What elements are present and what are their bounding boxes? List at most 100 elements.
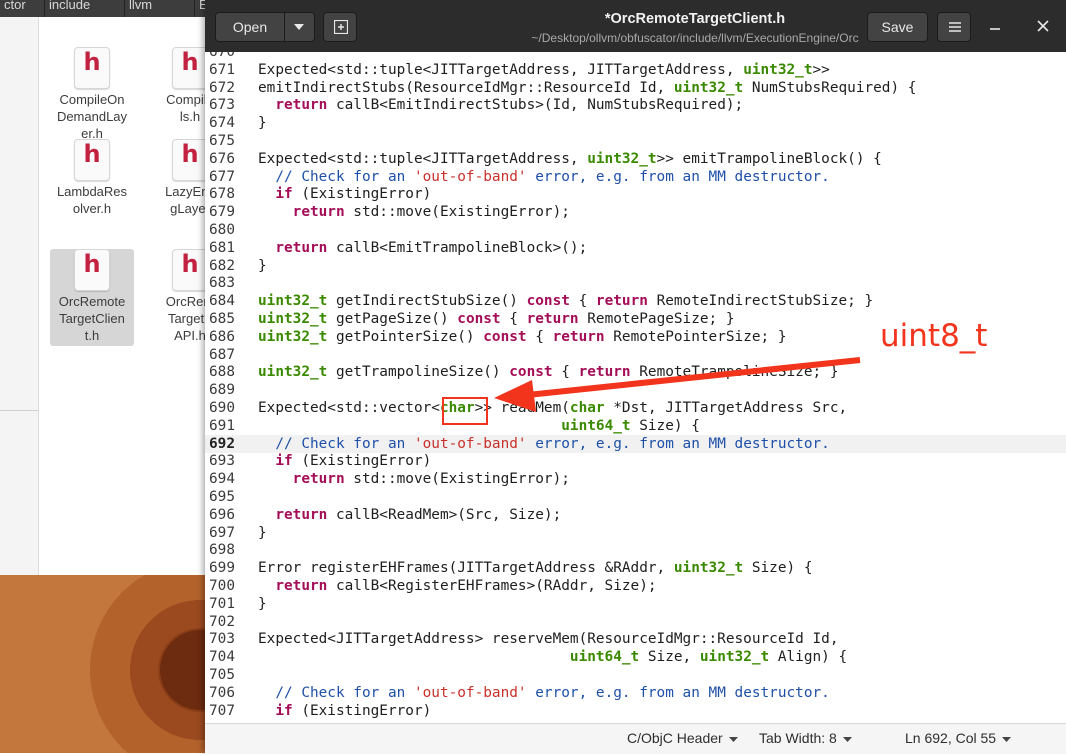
annotation-highlight-box (442, 397, 488, 425)
code-text: uint32_t getTrampolineSize() const { ret… (258, 364, 839, 381)
code-text: } (258, 524, 267, 541)
code-editor[interactable]: 670 671 Expected<std::tuple<JITTargetAddre… (205, 52, 1066, 723)
code-text: uint32_t getPageSize() const { return Re… (258, 311, 735, 327)
code-line[interactable]: 670 (205, 52, 1066, 61)
file-item[interactable]: h OrcRemote TargetClien t.h (50, 249, 134, 346)
code-line[interactable]: 675 (205, 132, 1066, 150)
code-line[interactable]: 672 emitIndirectStubs(ResourceIdMgr::Reso… (205, 79, 1066, 97)
code-text: } (258, 595, 267, 612)
code-text: // Check for an 'out-of-band' error, e.g… (275, 684, 830, 701)
line-number: 692 (209, 435, 235, 452)
code-text: Expected<JITTargetAddress> reserveMem(Re… (258, 631, 839, 648)
code-line[interactable]: 688 uint32_t getTrampolineSize() const { … (205, 363, 1066, 381)
line-number: 680 (209, 222, 235, 238)
code-text: return std::move(ExistingError); (292, 471, 570, 488)
code-text: return callB<EmitIndirectStubs>(Id, NumS… (275, 97, 744, 114)
chevron-down-icon (728, 736, 738, 742)
code-line[interactable]: 690 Expected<std::vector<char>> readMem(c… (205, 399, 1066, 417)
code-line[interactable]: 682} (205, 257, 1066, 275)
file-item[interactable]: h LambdaRes olver.h (50, 139, 134, 219)
line-number: 672 (209, 79, 235, 96)
code-line[interactable]: 700 return callB<RegisterEHFrames>(RAddr… (205, 577, 1066, 595)
file-item[interactable]: h CompileOn DemandLay er.h (50, 47, 134, 144)
code-text: Expected<std::tuple<JITTargetAddress, ui… (258, 150, 882, 167)
hamburger-menu-button[interactable] (937, 12, 971, 42)
code-line[interactable]: 697} (205, 524, 1066, 542)
save-button[interactable]: Save (867, 12, 928, 42)
code-text: uint32_t getPointerSize() const { return… (258, 328, 787, 345)
code-text: return std::move(ExistingError); (292, 204, 570, 221)
pathbar-tab[interactable]: llvm (125, 0, 195, 17)
code-text: } (258, 257, 267, 274)
code-line[interactable]: 699 Error registerEHFrames(JITTargetAddre… (205, 559, 1066, 577)
code-line[interactable]: 701} (205, 595, 1066, 613)
header-file-icon: h (74, 139, 110, 181)
file-icon-letter: h (83, 48, 101, 76)
code-line[interactable]: 691 uint64_t Size) { (205, 417, 1066, 435)
pathbar-tab[interactable]: ctor (0, 0, 45, 17)
code-line[interactable]: 671 Expected<std::tuple<JITTargetAddress,… (205, 61, 1066, 79)
code-line[interactable]: 684 uint32_t getIndirectStubSize() const … (205, 292, 1066, 310)
header-file-icon: h (172, 249, 208, 291)
code-line[interactable]: 683 (205, 274, 1066, 292)
code-text: Error registerEHFrames(JITTargetAddress … (258, 560, 813, 577)
code-line[interactable]: 674} (205, 114, 1066, 132)
code-text: uint64_t Size, uint32_t Align) { (569, 649, 848, 666)
line-number: 688 (209, 364, 235, 381)
code-line[interactable]: 677 // Check for an 'out-of-band' error,… (205, 168, 1066, 186)
line-number: 705 (209, 667, 235, 683)
header-file-icon: h (172, 139, 208, 181)
tab-width-selector[interactable]: Tab Width: 8 (759, 730, 852, 746)
code-line[interactable]: 702 (205, 613, 1066, 631)
open-button[interactable]: Open (215, 12, 315, 42)
code-text: return callB<EmitTrampolineBlock>(); (275, 239, 588, 256)
line-number: 691 (209, 417, 235, 434)
pathbar-tab[interactable]: include (45, 0, 125, 17)
line-number: 696 (209, 506, 235, 523)
line-number: 679 (209, 204, 235, 221)
code-line[interactable]: 680 (205, 221, 1066, 239)
line-number: 689 (209, 382, 235, 399)
language-selector[interactable]: C/ObjC Header (627, 730, 738, 746)
code-line[interactable]: 692 // Check for an 'out-of-band' error,… (205, 434, 1066, 453)
code-line[interactable]: 693 if (ExistingError) (205, 452, 1066, 470)
code-line[interactable]: 689 (205, 381, 1066, 399)
code-text: return callB<ReadMem>(Src, Size); (275, 506, 562, 523)
code-line[interactable]: 696 return callB<ReadMem>(Src, Size); (205, 506, 1066, 524)
code-line[interactable]: 679 return std::move(ExistingError); (205, 203, 1066, 221)
code-text: if (ExistingError) (275, 702, 432, 719)
code-line[interactable]: 673 return callB<EmitIndirectStubs>(Id, … (205, 96, 1066, 114)
code-line[interactable]: 694 return std::move(ExistingError); (205, 470, 1066, 488)
code-line[interactable]: 676 Expected<std::tuple<JITTargetAddress,… (205, 150, 1066, 168)
line-number: 701 (209, 595, 235, 612)
line-number: 682 (209, 257, 235, 274)
minimize-button[interactable] (983, 14, 1007, 38)
code-line[interactable]: 698 (205, 541, 1066, 559)
code-line[interactable]: 707 if (ExistingError) (205, 702, 1066, 720)
code-text: if (ExistingError) (275, 453, 432, 470)
header-file-icon: h (74, 47, 110, 89)
open-dropdown-button[interactable] (284, 13, 315, 41)
file-manager-sidebar (0, 17, 39, 575)
line-number: 674 (209, 115, 235, 132)
cursor-position[interactable]: Ln 692, Col 55 (905, 730, 1012, 746)
code-line[interactable]: 678 if (ExistingError) (205, 185, 1066, 203)
line-number: 700 (209, 578, 235, 594)
line-number: 706 (209, 684, 235, 701)
code-line[interactable]: 704 uint64_t Size, uint32_t Align) { (205, 648, 1066, 666)
line-number: 676 (209, 150, 235, 167)
close-button[interactable] (1031, 14, 1055, 38)
minimize-icon (990, 28, 1000, 30)
line-number: 699 (209, 560, 235, 577)
new-tab-button[interactable] (323, 12, 357, 42)
code-line[interactable]: 706 // Check for an 'out-of-band' error,… (205, 684, 1066, 702)
code-text: emitIndirectStubs(ResourceIdMgr::Resourc… (258, 79, 917, 96)
code-line[interactable]: 681 return callB<EmitTrampolineBlock>(); (205, 239, 1066, 257)
code-text: Expected<std::tuple<JITTargetAddress, JI… (258, 61, 830, 78)
chevron-down-icon (842, 736, 852, 742)
line-number: 677 (209, 168, 235, 185)
code-line[interactable]: 705 (205, 666, 1066, 684)
code-line[interactable]: 703 Expected<JITTargetAddress> reserveMem… (205, 630, 1066, 648)
line-number: 695 (209, 489, 235, 505)
code-line[interactable]: 695 (205, 488, 1066, 506)
